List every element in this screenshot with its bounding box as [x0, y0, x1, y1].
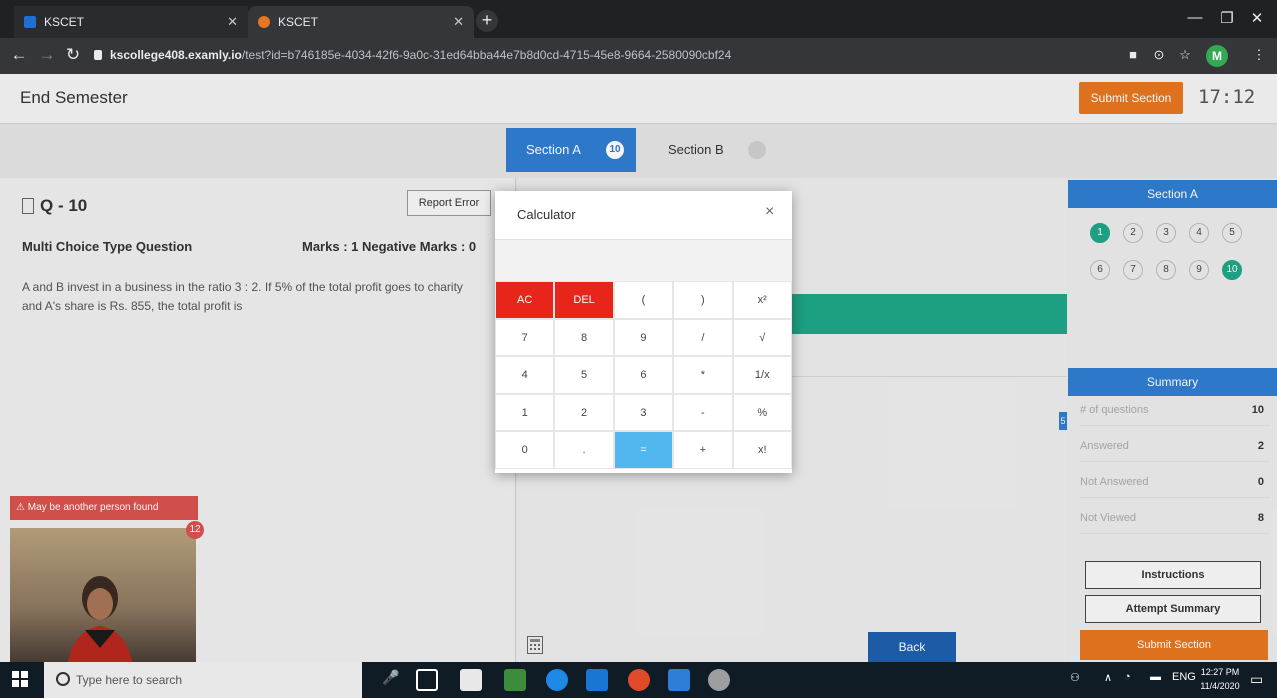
- back-arrow-icon[interactable]: ←: [8, 45, 30, 65]
- tray-clock[interactable]: 12:27 PM 11/4/2020: [1200, 665, 1240, 693]
- calc-key[interactable]: ): [673, 281, 733, 319]
- url-host: kscollege408.examly.io: [110, 48, 242, 62]
- calc-key[interactable]: 1/x: [732, 356, 792, 394]
- camera-extension-icon[interactable]: ■: [1124, 46, 1142, 64]
- battery-icon[interactable]: ▬: [1150, 671, 1161, 683]
- tab-title: KSCET: [44, 15, 85, 29]
- calc-key[interactable]: -: [673, 393, 733, 432]
- taskbar-search-input[interactable]: Type here to search: [44, 662, 362, 698]
- calc-key[interactable]: AC: [495, 281, 555, 319]
- calc-key[interactable]: 0: [495, 431, 555, 469]
- calc-key[interactable]: 7: [495, 318, 555, 357]
- address-bar-url[interactable]: kscollege408.examly.io/test?id=b746185e-…: [110, 44, 1090, 66]
- browser-tab-1[interactable]: KSCET ✕: [14, 6, 248, 38]
- calc-key[interactable]: 4: [495, 356, 555, 394]
- close-icon[interactable]: ×: [765, 203, 774, 221]
- windows-start-icon[interactable]: [12, 671, 28, 687]
- favicon-icon: [24, 16, 36, 28]
- tray-date: 11/4/2020: [1200, 681, 1240, 691]
- settings-gear-icon[interactable]: [708, 669, 730, 691]
- word-icon[interactable]: [668, 669, 690, 691]
- browser-tab-2[interactable]: KSCET ✕: [248, 6, 474, 38]
- chrome-icon[interactable]: [628, 669, 650, 691]
- calc-key[interactable]: √: [732, 318, 792, 357]
- tab-title: KSCET: [278, 15, 319, 29]
- calc-key[interactable]: DEL: [554, 281, 614, 319]
- calc-key[interactable]: 6: [613, 356, 674, 394]
- calc-key[interactable]: x!: [732, 431, 792, 469]
- edge-icon[interactable]: [546, 669, 568, 691]
- calc-key[interactable]: .: [554, 431, 614, 469]
- calc-key[interactable]: x²: [732, 281, 792, 319]
- forward-arrow-icon[interactable]: →: [36, 45, 58, 65]
- people-icon[interactable]: ⚇: [1070, 671, 1080, 684]
- calc-key[interactable]: +: [673, 431, 733, 469]
- search-icon: [56, 672, 70, 686]
- calc-key[interactable]: 9: [613, 318, 674, 357]
- restore-icon[interactable]: ❐: [1212, 9, 1242, 27]
- window-close-icon[interactable]: ✕: [1242, 9, 1272, 27]
- menu-kebab-icon[interactable]: ⋮: [1250, 46, 1268, 64]
- calc-key[interactable]: %: [732, 393, 792, 432]
- calculator-modal: Calculator × AC DEL() x² 7 8 9/√ 4 5 6 * 1/x 1 2 3-% 0…: [495, 191, 792, 473]
- tab-close-icon[interactable]: ✕: [453, 6, 464, 38]
- calc-key[interactable]: 5: [554, 356, 614, 394]
- wifi-icon[interactable]: ◔: [1124, 671, 1131, 683]
- bookmark-star-icon[interactable]: ☆: [1176, 46, 1194, 64]
- lock-icon: [94, 50, 102, 60]
- calc-key[interactable]: 1: [495, 393, 555, 432]
- calc-key[interactable]: /: [673, 318, 733, 357]
- calc-key[interactable]: =: [613, 431, 674, 469]
- photos-icon[interactable]: [504, 669, 526, 691]
- store-icon[interactable]: [460, 669, 482, 691]
- notification-icon[interactable]: ▭: [1250, 671, 1263, 688]
- calc-key[interactable]: *: [673, 356, 733, 394]
- url-path: /test?id=b746185e-4034-42f6-9a0c-31ed64b…: [241, 48, 732, 62]
- reload-icon[interactable]: ↻: [62, 45, 84, 65]
- calculator-display: [495, 239, 792, 283]
- extension-icon[interactable]: ⊙: [1150, 46, 1168, 64]
- task-view-icon[interactable]: [416, 669, 438, 691]
- tray-chevron-icon[interactable]: ∧: [1104, 671, 1112, 684]
- minimize-icon[interactable]: —: [1180, 9, 1210, 26]
- profile-avatar[interactable]: M: [1206, 45, 1228, 67]
- calculator-keypad: AC DEL() x² 7 8 9/√ 4 5 6 * 1/x 1 2 3-% 0. = + x!: [495, 281, 792, 473]
- calc-key[interactable]: (: [613, 281, 674, 319]
- tray-time: 12:27 PM: [1200, 667, 1240, 677]
- calc-key[interactable]: 3: [613, 393, 674, 432]
- mail-icon[interactable]: [586, 669, 608, 691]
- calculator-title: Calculator: [517, 207, 576, 222]
- calc-key[interactable]: 8: [554, 318, 614, 357]
- calc-key[interactable]: 2: [554, 393, 614, 432]
- tab-close-icon[interactable]: ✕: [227, 6, 238, 38]
- microphone-icon[interactable]: 🎤: [380, 669, 402, 691]
- favicon-icon: [258, 16, 270, 28]
- language-indicator[interactable]: ENG: [1172, 671, 1196, 683]
- new-tab-button[interactable]: +: [476, 10, 498, 32]
